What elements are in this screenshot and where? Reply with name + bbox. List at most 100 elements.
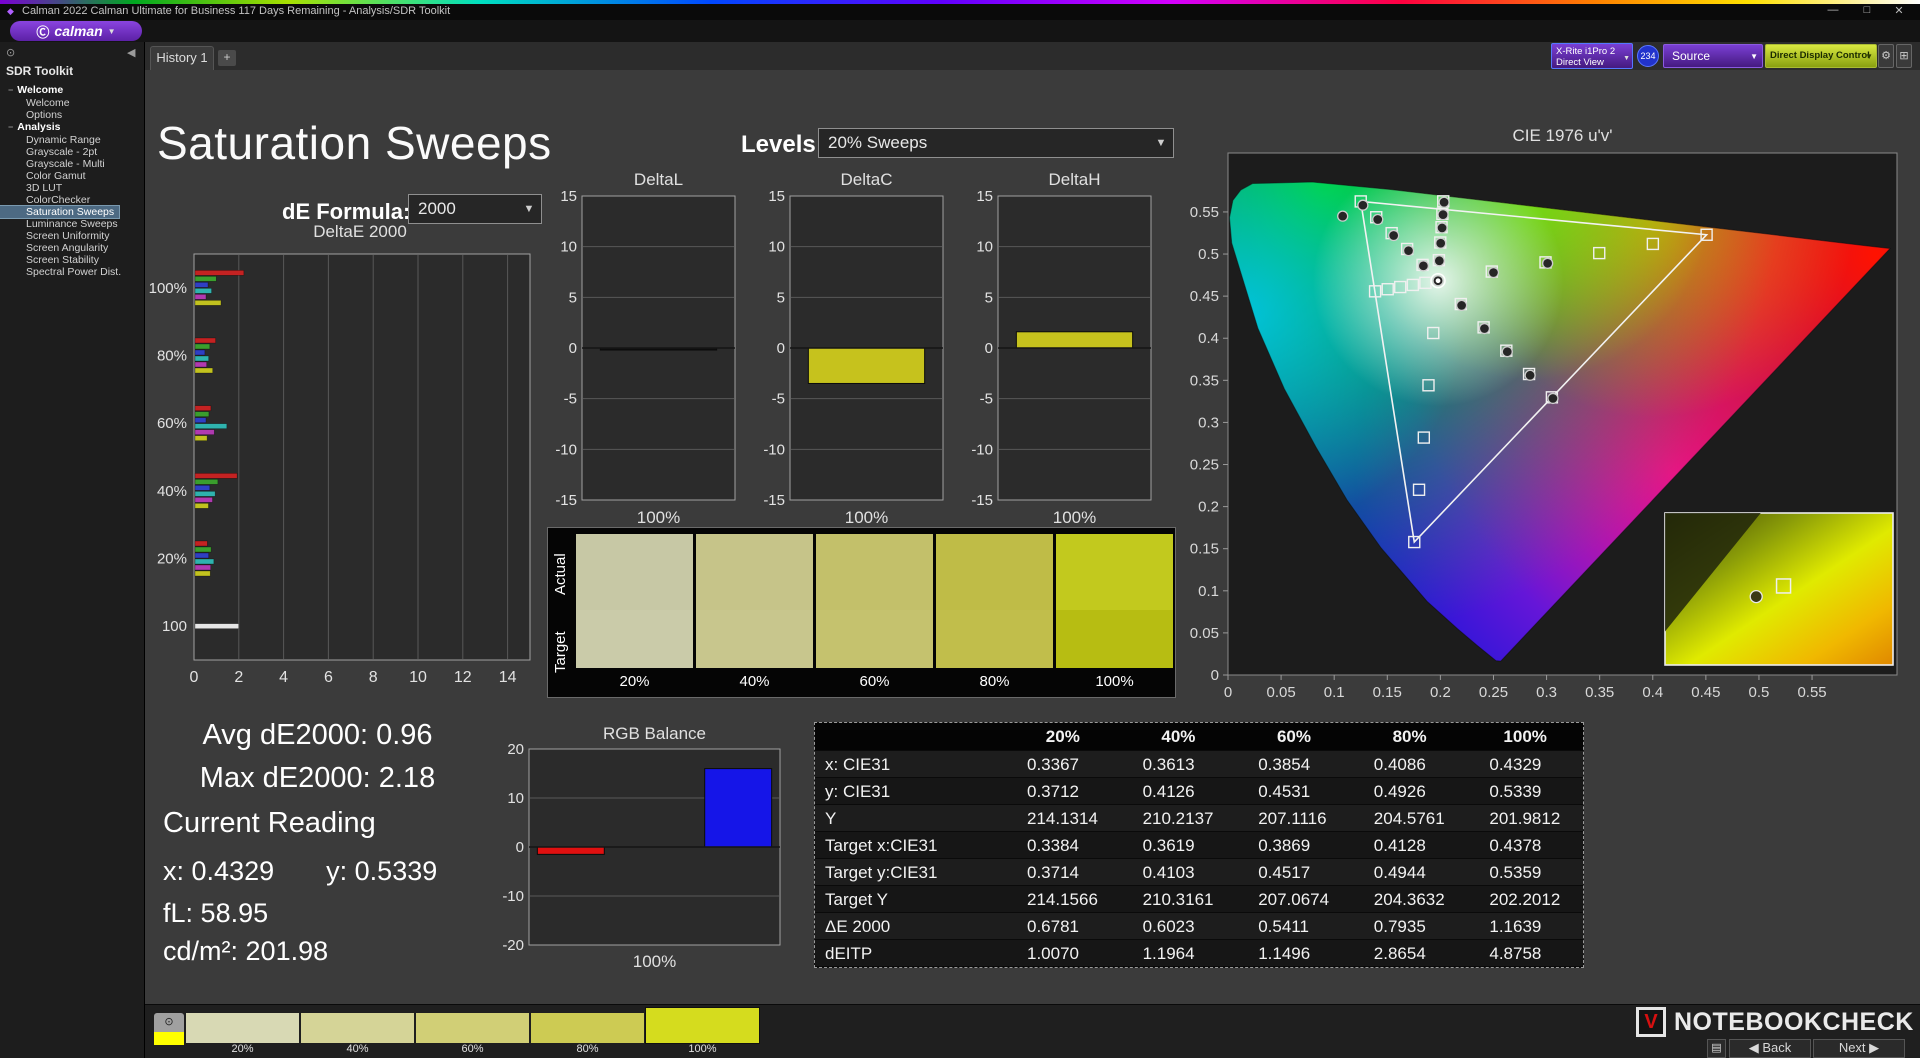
sidebar-collapse-icon[interactable]: ◀	[127, 46, 135, 59]
display-control-select[interactable]: Direct Display Control ▼	[1765, 44, 1877, 68]
swatch-target	[576, 610, 693, 668]
sidebar: ⊙ ◀ SDR Toolkit − Welcome Welcome Options − A…	[0, 42, 145, 1058]
svg-text:40%: 40%	[157, 483, 187, 500]
svg-text:10: 10	[976, 239, 993, 256]
display-control-label: Direct Display Control	[1770, 50, 1870, 61]
de-formula-dropdown[interactable]: 2000 ▼	[408, 194, 542, 224]
sidebar-item-spectral-power-dist-[interactable]: Spectral Power Dist.	[0, 266, 145, 278]
sidebar-item-grayscale-2pt[interactable]: Grayscale - 2pt	[0, 146, 145, 158]
patch-80%[interactable]: 80%	[531, 1013, 644, 1055]
meter-select[interactable]: X-Rite i1Pro 2 Direct View ▼	[1551, 43, 1633, 69]
workflow-icon[interactable]: ⊙	[6, 46, 15, 59]
table-cell: 201.9812	[1489, 809, 1561, 828]
sidebar-item-options[interactable]: Options	[0, 109, 145, 121]
svg-text:0.55: 0.55	[1190, 204, 1219, 221]
svg-text:10: 10	[409, 669, 427, 686]
sidebar-item-3d-lut[interactable]: 3D LUT	[0, 182, 145, 194]
swatch-target	[696, 610, 813, 668]
svg-text:5: 5	[777, 289, 785, 306]
maximize-button[interactable]: □	[1852, 4, 1882, 16]
svg-text:-15: -15	[763, 492, 785, 506]
table-header-cell: 100%	[1503, 727, 1547, 746]
back-button[interactable]: ◀ Back	[1729, 1039, 1811, 1058]
table-cell: 210.2137	[1142, 809, 1214, 828]
sidebar-section[interactable]: − Analysis	[0, 121, 145, 134]
swatch-actual	[816, 534, 933, 610]
table-row-label: y: CIE31	[825, 782, 891, 801]
svg-text:100%: 100%	[149, 280, 187, 297]
swatch-target	[816, 610, 933, 668]
next-button[interactable]: Next ▶	[1813, 1039, 1905, 1058]
notebookcheck-watermark: V NOTEBOOKCHECK	[1636, 1005, 1914, 1039]
svg-text:0.3: 0.3	[1536, 684, 1557, 701]
sidebar-item-welcome[interactable]: Welcome	[0, 97, 145, 109]
svg-text:0.25: 0.25	[1479, 684, 1508, 701]
svg-text:15: 15	[560, 190, 577, 205]
sidebar-item-screen-uniformity[interactable]: Screen Uniformity	[0, 230, 145, 242]
table-row: x: CIE31 0.3367 0.3613 0.3854 0.4086 0.4329	[815, 751, 1583, 778]
notebookcheck-logo: V	[1636, 1007, 1666, 1037]
table-cell: 0.4531	[1258, 782, 1311, 801]
calman-logo[interactable]: Ⓒ calman ▼	[10, 21, 142, 41]
swatch-label: 100%	[1095, 673, 1134, 690]
table-header-cell	[815, 723, 1005, 750]
source-select[interactable]: Source ▼	[1663, 44, 1763, 68]
notebookcheck-text: NOTEBOOKCHECK	[1674, 1007, 1914, 1036]
active-patch-preview[interactable]: ⊙	[154, 1013, 184, 1045]
table-cell: 1.1639	[1489, 917, 1542, 936]
accent-strip	[0, 0, 1920, 4]
table-cell: 207.0674	[1258, 890, 1330, 909]
table-cell: 1.1964	[1142, 944, 1195, 963]
patch-40%[interactable]: 40%	[301, 1013, 414, 1055]
deltah-chart: 15 10 5 0 -5 -10 -15	[971, 190, 1152, 506]
sidebar-item-grayscale-multi[interactable]: Grayscale - Multi	[0, 158, 145, 170]
meter-name: X-Rite i1Pro 2	[1556, 46, 1616, 57]
collapse-icon[interactable]: −	[8, 122, 13, 132]
table-cell: 202.2012	[1489, 890, 1561, 909]
table-row-label: Y	[825, 809, 837, 828]
svg-text:8: 8	[369, 669, 378, 686]
chevron-down-icon: ▼	[107, 26, 116, 36]
svg-text:0.4: 0.4	[1642, 684, 1663, 701]
patch-100%[interactable]: 100%	[645, 1007, 760, 1055]
patch-label: 40%	[346, 1043, 369, 1055]
layout-grid-icon[interactable]: ⊞	[1896, 44, 1912, 68]
page-layout-button[interactable]: ▤	[1707, 1039, 1726, 1058]
svg-text:10: 10	[768, 239, 785, 256]
settings-gear-icon[interactable]: ⚙	[1878, 44, 1894, 68]
sidebar-item-dynamic-range[interactable]: Dynamic Range	[0, 134, 145, 146]
table-cell: 0.3869	[1258, 836, 1311, 855]
swatch-label: 20%	[619, 673, 650, 690]
table-cell: 204.3632	[1373, 890, 1445, 909]
close-button[interactable]: ✕	[1884, 4, 1914, 17]
sidebar-item-screen-angularity[interactable]: Screen Angularity	[0, 242, 145, 254]
collapse-icon[interactable]: −	[8, 85, 13, 95]
svg-text:2: 2	[234, 669, 243, 686]
table-cell: 1.1496	[1258, 944, 1311, 963]
swatch-20%: 20%	[576, 534, 693, 694]
patch-20%[interactable]: 20%	[186, 1013, 299, 1055]
patch-label: 80%	[576, 1043, 599, 1055]
sidebar-item-saturation-sweeps[interactable]: Saturation Sweeps	[0, 205, 121, 219]
tab-history-1[interactable]: History 1	[150, 46, 214, 70]
table-row: dEITP 1.0070 1.1964 1.1496 2.8654 4.8758	[815, 940, 1583, 967]
svg-text:0: 0	[1224, 684, 1232, 701]
patch-60%[interactable]: 60%	[416, 1013, 529, 1055]
levels-dropdown[interactable]: 20% Sweeps ▼	[818, 128, 1174, 158]
sidebar-item-luminance-sweeps[interactable]: Luminance Sweeps	[0, 218, 145, 230]
minimize-button[interactable]: —	[1818, 4, 1848, 16]
svg-text:6: 6	[324, 669, 333, 686]
svg-text:-20: -20	[502, 937, 524, 952]
table-row: ΔE 2000 0.6781 0.6023 0.5411 0.7935 1.1639	[815, 913, 1583, 940]
svg-text:0.1: 0.1	[1324, 684, 1345, 701]
sidebar-item-colorchecker[interactable]: ColorChecker	[0, 194, 145, 206]
swatch-target	[936, 610, 1053, 668]
sidebar-section[interactable]: − Welcome	[0, 84, 145, 97]
sidebar-item-color-gamut[interactable]: Color Gamut	[0, 170, 145, 182]
svg-text:0.05: 0.05	[1266, 684, 1295, 701]
sidebar-section-label: Welcome	[17, 84, 64, 96]
sidebar-item-screen-stability[interactable]: Screen Stability	[0, 254, 145, 266]
add-tab-button[interactable]: +	[218, 50, 236, 66]
swatch-actual	[1056, 534, 1173, 610]
svg-text:60%: 60%	[157, 415, 187, 432]
